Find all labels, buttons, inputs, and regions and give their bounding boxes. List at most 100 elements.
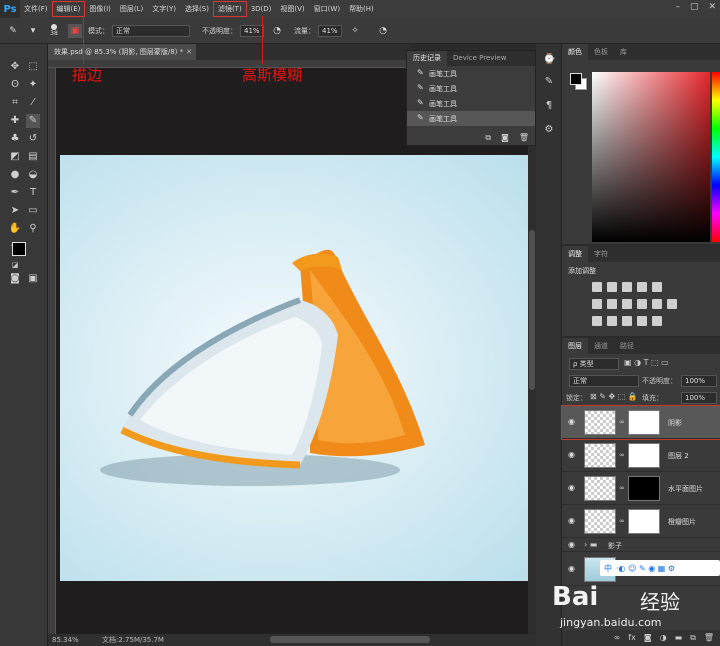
airbrush-icon[interactable]: ✧ xyxy=(348,24,362,38)
layer-group-shadow[interactable]: ◉ › ▬ 影子 xyxy=(562,538,720,552)
fill-input[interactable]: 100% xyxy=(681,392,717,404)
hue-saturation-icon[interactable] xyxy=(592,299,602,309)
tab-paths[interactable]: 路径 xyxy=(614,338,640,354)
minimize-button[interactable]: – xyxy=(675,2,680,12)
photo-filter-icon[interactable] xyxy=(637,299,647,309)
tab-channels[interactable]: 通道 xyxy=(588,338,614,354)
history-panel-icon[interactable]: ⌚ xyxy=(543,54,555,66)
document-canvas[interactable] xyxy=(60,155,528,581)
color-field[interactable] xyxy=(592,72,710,242)
eyedropper-tool-icon[interactable]: ⁄ xyxy=(26,96,40,110)
crop-tool-icon[interactable]: ⌗ xyxy=(8,96,22,110)
brush-tool-icon[interactable]: ✎ xyxy=(6,24,20,38)
history-state[interactable]: ✎ 画笔工具 xyxy=(407,96,535,111)
layer-opacity-input[interactable]: 100% xyxy=(681,375,717,387)
hue-slider[interactable] xyxy=(712,72,720,242)
layer-name[interactable]: 图层 2 xyxy=(668,451,689,461)
tab-character[interactable]: 字符 xyxy=(588,246,614,262)
visibility-eye-icon[interactable]: ◉ xyxy=(568,417,575,426)
type-tool-icon[interactable]: T xyxy=(26,186,40,200)
layer-row-layer2[interactable]: ◉ ∞ 图层 2 xyxy=(562,439,720,472)
foreground-color-swatch[interactable] xyxy=(12,242,26,256)
link-icon[interactable]: ∞ xyxy=(619,484,625,492)
flow-input[interactable]: 41% xyxy=(318,24,342,37)
close-button[interactable]: ✕ xyxy=(708,2,716,12)
menu-edit[interactable]: 编辑(E) xyxy=(51,1,86,17)
black-white-icon[interactable] xyxy=(622,299,632,309)
menu-image[interactable]: 图像(I) xyxy=(85,2,115,16)
layer-mask-thumbnail[interactable] xyxy=(628,476,660,501)
color-balance-icon[interactable] xyxy=(607,299,617,309)
levels-icon[interactable] xyxy=(607,282,617,292)
link-icon[interactable]: ∞ xyxy=(619,451,625,459)
visibility-eye-icon[interactable]: ◉ xyxy=(568,516,575,525)
menu-help[interactable]: 帮助(H) xyxy=(345,2,378,16)
zoom-tool-icon[interactable]: ⚲ xyxy=(26,222,40,236)
hand-tool-icon[interactable]: ✋ xyxy=(8,222,22,236)
blend-mode-select[interactable]: 正常 xyxy=(569,375,639,387)
quick-mask-icon[interactable]: ◙ xyxy=(8,272,22,286)
menu-type[interactable]: 文字(Y) xyxy=(148,2,180,16)
channel-mixer-icon[interactable] xyxy=(652,299,662,309)
default-colors-icon[interactable]: ◪ xyxy=(8,258,22,272)
opacity-input[interactable]: 41% xyxy=(240,24,264,37)
history-state-active[interactable]: ✎ 画笔工具 xyxy=(407,111,535,126)
clone-stamp-icon[interactable]: ♣ xyxy=(8,132,22,146)
marquee-tool-icon[interactable]: ⬚ xyxy=(26,60,40,74)
layer-mask-thumbnail[interactable] xyxy=(628,410,660,435)
pressure-size-icon[interactable]: ◔ xyxy=(376,24,390,38)
history-state[interactable]: ✎ 画笔工具 xyxy=(407,81,535,96)
lock-icons[interactable]: ⊠ ✎ ✥ ⬚ 🔒 xyxy=(590,392,638,401)
visibility-eye-icon[interactable]: ◉ xyxy=(568,450,575,459)
gradient-tool-icon[interactable]: ▤ xyxy=(26,150,40,164)
vertical-scroll-thumb[interactable] xyxy=(529,230,535,390)
path-selection-icon[interactable]: ➤ xyxy=(8,204,22,218)
properties-icon[interactable]: ⚙ xyxy=(543,124,555,136)
paragraph-icon[interactable]: ¶ xyxy=(543,100,555,112)
dodge-tool-icon[interactable]: ◒ xyxy=(26,168,40,182)
brush-preset-picker[interactable]: 38 xyxy=(46,24,62,38)
menu-file[interactable]: 文件(F) xyxy=(20,2,52,16)
new-document-from-state-icon[interactable]: ⧉ xyxy=(485,133,491,143)
magic-wand-tool-icon[interactable]: ✦ xyxy=(26,78,40,92)
layer-row-water[interactable]: ◉ ∞ 水平面图片 xyxy=(562,472,720,505)
tab-libraries[interactable]: 库 xyxy=(614,44,633,60)
menu-view[interactable]: 视图(V) xyxy=(276,2,308,16)
layer-name[interactable]: 水平面图片 xyxy=(668,484,703,494)
tab-device-preview[interactable]: Device Preview xyxy=(447,51,512,66)
threshold-icon[interactable] xyxy=(622,316,632,326)
gradient-map-icon[interactable] xyxy=(652,316,662,326)
history-state[interactable]: ✎ 画笔工具 xyxy=(407,66,535,81)
move-tool-icon[interactable]: ✥ xyxy=(8,60,22,74)
document-tab[interactable]: 效果.psd @ 85.3% (阴影, 图层蒙版/8) * ✕ xyxy=(48,44,196,60)
layer-filter-icons[interactable]: ▣ ◑ T ⬚ ▭ xyxy=(624,358,669,367)
layer-name[interactable]: 影子 xyxy=(608,541,622,551)
menu-layer[interactable]: 图层(L) xyxy=(116,2,147,16)
layer-filter-select[interactable]: ρ 类型 xyxy=(569,358,619,370)
menu-select[interactable]: 选择(S) xyxy=(181,2,213,16)
vibrance-icon[interactable] xyxy=(652,282,662,292)
tab-color[interactable]: 颜色 xyxy=(562,44,588,60)
layer-name[interactable]: 橙瓣图片 xyxy=(668,517,696,527)
curves-icon[interactable] xyxy=(622,282,632,292)
tab-layers[interactable]: 图层 xyxy=(562,338,588,354)
tab-adjustments[interactable]: 调整 xyxy=(562,246,588,262)
posterize-icon[interactable] xyxy=(607,316,617,326)
brush-presets-icon[interactable]: ✎ xyxy=(543,76,555,88)
layer-mask-thumbnail[interactable] xyxy=(628,509,660,534)
pressure-opacity-icon[interactable]: ◔ xyxy=(270,24,284,38)
layer-name[interactable]: 阴影 xyxy=(668,418,682,428)
shape-tool-icon[interactable]: ▭ xyxy=(26,204,40,218)
pen-tool-icon[interactable]: ✒ xyxy=(8,186,22,200)
visibility-eye-icon[interactable]: ◉ xyxy=(568,483,575,492)
visibility-eye-icon[interactable]: ◉ xyxy=(568,540,575,549)
history-brush-icon[interactable]: ↺ xyxy=(26,132,40,146)
selective-color-icon[interactable] xyxy=(637,316,647,326)
layer-mask-thumbnail[interactable] xyxy=(628,443,660,468)
lasso-tool-icon[interactable]: ʘ xyxy=(8,78,22,92)
link-icon[interactable]: ∞ xyxy=(619,418,625,426)
horizontal-scroll-thumb[interactable] xyxy=(270,636,430,643)
chevron-down-icon[interactable]: ▾ xyxy=(26,24,40,38)
eraser-tool-icon[interactable]: ◩ xyxy=(8,150,22,164)
snapshot-icon[interactable]: ◙ xyxy=(501,133,509,143)
